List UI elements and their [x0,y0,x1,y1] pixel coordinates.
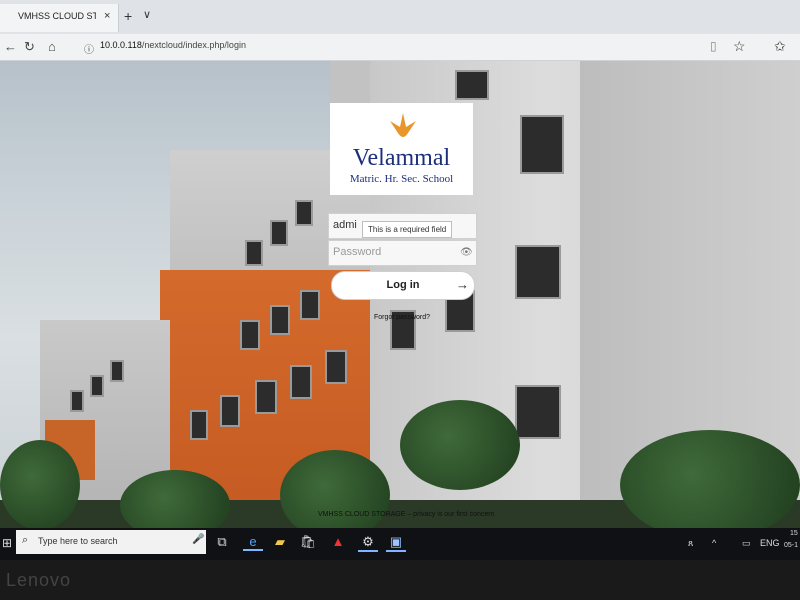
favorites-hub-icon[interactable]: ✩ [774,38,786,55]
monitor-brand-logo: Lenovo [6,570,72,590]
building-window [295,200,313,226]
school-logo: Velammal Matric. Hr. Sec. School [330,103,473,195]
building-window [520,115,564,174]
search-placeholder: Type here to search [38,536,118,546]
store-icon[interactable]: 🛍 [298,534,318,550]
language-indicator[interactable]: ENG [760,538,780,548]
chevron-up-icon[interactable]: ^ [712,538,716,548]
building-window [245,240,263,266]
microphone-icon[interactable]: 🎤 [192,534,204,545]
arrow-right-icon: → [456,277,469,292]
address-bar: ← ↻ ⌂ ⓘ 10.0.0.118/nextcloud/index.php/l… [0,34,800,61]
clock-time[interactable]: 15 [790,530,798,537]
building-window [300,290,320,320]
windows-taskbar: ⊞ ⌕ Type here to search 🎤 ⧉ e ▰ 🛍 ▲ ⚙ ▣ … [0,528,800,560]
password-input[interactable] [333,244,453,260]
url-path: /nextcloud/index.php/login [141,40,246,50]
footer-text: VMHSS CLOUD STORAGE – privacy is our fir… [318,511,495,518]
screen: VMHSS CLOUD STORAG × + ∨ ← ↻ ⌂ ⓘ 10.0.0.… [0,0,800,560]
password-field[interactable] [328,240,477,266]
building-window [325,350,347,384]
palm-tree [620,430,800,540]
building-window [515,245,561,299]
back-icon[interactable]: ← [4,39,17,54]
mcafee-icon[interactable]: ▲ [328,534,348,549]
building-window [240,320,260,350]
reading-view-icon[interactable]: ▯ [710,39,717,53]
building-window [270,305,290,335]
building-window [90,375,104,397]
building-window [220,395,240,427]
tree [0,440,80,530]
building-window [190,410,208,440]
building-window [290,365,312,399]
palm-tree [400,400,520,490]
settings-gear-icon[interactable]: ⚙ [358,534,378,552]
search-icon: ⌕ [22,534,29,546]
building-window [515,385,561,439]
url-host: 10.0.0.118 [100,40,142,50]
validation-tooltip: This is a required field [362,221,453,238]
logo-subtitle: Matric. Hr. Sec. School [349,173,454,185]
login-button[interactable]: Log in → [331,271,475,300]
people-icon[interactable]: ጸ [688,538,693,549]
windows-start-icon[interactable]: ⊞ [2,536,12,550]
building-window [110,360,124,382]
network-icon[interactable]: ▭ [742,538,751,549]
building-window [455,70,489,100]
edge-browser-icon[interactable]: e [243,534,263,551]
tree [280,450,390,540]
browser-tab[interactable]: VMHSS CLOUD STORAG × [0,4,119,32]
browser-tab-bar: VMHSS CLOUD STORAG × + ∨ [0,0,800,34]
close-icon[interactable]: × [104,10,110,22]
login-button-label: Log in [386,279,420,291]
url-field[interactable]: 10.0.0.118/nextcloud/index.php/login [100,40,246,50]
file-explorer-icon[interactable]: ▰ [270,534,290,550]
building-window [70,390,84,412]
home-icon[interactable]: ⌂ [48,39,56,54]
building-window [255,380,277,414]
forgot-password-link[interactable]: Forgot password? [374,314,430,321]
flame-logo-icon [390,113,416,137]
new-tab-icon[interactable]: + [124,8,132,24]
clock-date[interactable]: 05-1 [784,542,798,549]
building-window [270,220,288,246]
taskbar-search[interactable]: ⌕ Type here to search 🎤 [16,530,206,554]
logo-name: Velammal [352,145,451,171]
task-view-icon[interactable]: ⧉ [212,534,232,550]
tab-title: VMHSS CLOUD STORAG [18,11,96,21]
show-password-eye-icon[interactable]: 👁 [460,247,473,258]
info-icon[interactable]: ⓘ [84,41,94,56]
chevron-down-icon[interactable]: ∨ [143,8,151,21]
app-window-icon[interactable]: ▣ [386,534,406,552]
favorite-star-icon[interactable]: ☆ [733,38,746,55]
refresh-icon[interactable]: ↻ [24,39,35,55]
